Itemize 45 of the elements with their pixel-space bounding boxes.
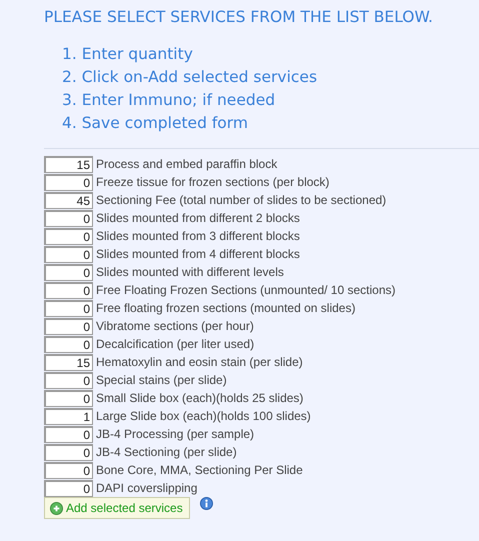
quantity-field[interactable]: 0: [44, 462, 93, 479]
service-label: JB-4 Sectioning (per slide): [96, 445, 237, 460]
quantity-field[interactable]: 45: [44, 192, 93, 209]
quantity-field[interactable]: 15: [44, 156, 93, 173]
quantity-field[interactable]: 0: [44, 336, 93, 353]
service-label: Slides mounted from 4 different blocks: [96, 247, 300, 262]
service-label: Special stains (per slide): [96, 373, 227, 388]
service-label: Vibratome sections (per hour): [96, 319, 254, 334]
quantity-field[interactable]: 0: [44, 372, 93, 389]
quantity-field[interactable]: 0: [44, 426, 93, 443]
service-label: Free floating frozen sections (mounted on slides): [96, 301, 356, 316]
instruction-step: 1. Enter quantity: [44, 43, 479, 66]
service-label: Slides mounted from 3 different blocks: [96, 229, 300, 244]
quantity-field[interactable]: 0: [44, 174, 93, 191]
quantity-field[interactable]: 0: [44, 282, 93, 299]
service-label: Process and embed paraffin block: [96, 157, 278, 172]
service-label: JB-4 Processing (per sample): [96, 427, 254, 442]
instruction-step: 4. Save completed form: [44, 112, 479, 136]
quantity-field[interactable]: 0: [44, 210, 93, 227]
quantity-field[interactable]: 0: [44, 390, 93, 407]
quantity-field[interactable]: 1: [44, 408, 93, 425]
service-label: Hematoxylin and eosin stain (per slide): [96, 355, 303, 370]
service-label: Bone Core, MMA, Sectioning Per Slide: [96, 463, 303, 478]
service-label: Small Slide box (each)(holds 25 slides): [96, 391, 304, 406]
service-label: Slides mounted with different levels: [96, 265, 284, 280]
instruction-step: 3. Enter Immuno; if needed: [44, 89, 479, 112]
service-label: Large Slide box (each)(holds 100 slides): [96, 409, 311, 424]
page-heading: PLEASE SELECT SERVICES FROM THE LIST BELOW.: [44, 7, 434, 28]
quantity-field[interactable]: 0: [44, 318, 93, 335]
quantity-field[interactable]: 0: [44, 228, 93, 245]
service-label: Freeze tissue for frozen sections (per block): [96, 175, 330, 190]
service-label: DAPI coverslipping: [96, 481, 198, 496]
quantity-field[interactable]: 0: [44, 300, 93, 317]
service-label: Free Floating Frozen Sections (unmounted/ 10 sections): [96, 283, 396, 298]
plus-icon: [50, 502, 63, 515]
quantity-field[interactable]: 0: [44, 444, 93, 461]
service-label: Decalcification (per liter used): [96, 337, 254, 352]
quantity-field[interactable]: 0: [44, 264, 93, 281]
instruction-step: 2. Click on-Add selected services: [44, 66, 479, 90]
quantity-field[interactable]: 15: [44, 354, 93, 371]
service-label: Sectioning Fee (total number of slides to be sectioned): [96, 193, 386, 208]
help-icon[interactable]: [200, 497, 213, 510]
quantity-field[interactable]: 0: [44, 246, 93, 263]
service-label: Slides mounted from different 2 blocks: [96, 211, 300, 226]
quantity-field[interactable]: 0: [44, 480, 93, 497]
